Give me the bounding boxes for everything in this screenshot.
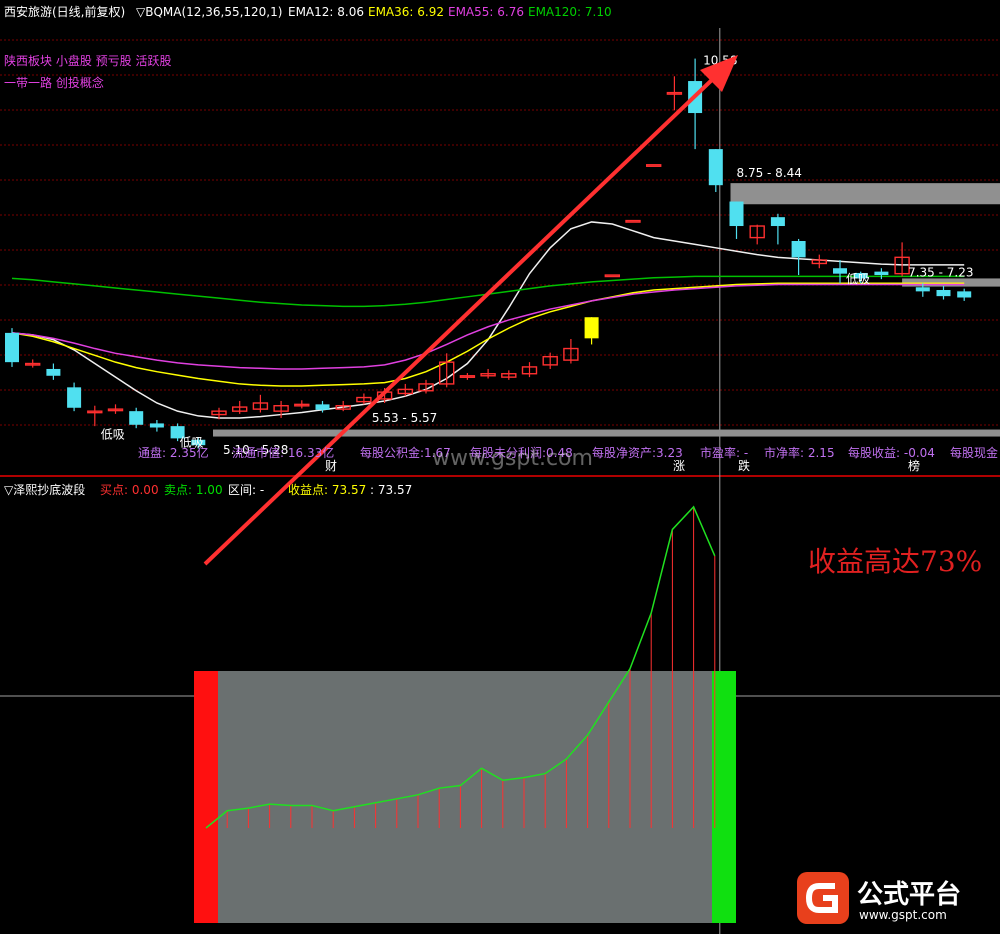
candle-body: [770, 217, 785, 227]
stat-pb: 市净率: 2.15: [764, 446, 835, 460]
candle-body: [604, 274, 620, 278]
label-support-a: 5.53 - 5.57: [372, 411, 437, 425]
tag-low-1: 低吸: [101, 427, 125, 441]
sub-profit: 收益点: 73.57: [288, 483, 367, 497]
candle-body: [791, 241, 806, 258]
profit-callout: 收益高达73%: [808, 545, 983, 578]
logo-name: 公式平台: [857, 880, 962, 910]
ema55-line: [11, 283, 965, 370]
label-right-zone: 7.35 - 7.23: [908, 265, 973, 279]
candle-body: [957, 291, 972, 298]
ema36-label: EMA36: 6.92: [368, 5, 444, 19]
sub-buy: 买点: 0.00: [100, 483, 159, 497]
candle-body: [915, 287, 930, 292]
candle-body: [729, 201, 744, 227]
candle-body: [936, 290, 951, 297]
stat-float-cap: 流通市值: 16.33亿: [232, 446, 335, 460]
sub-profit-value: : 73.57: [370, 483, 413, 497]
chart-title: 西安旅游(日线,前复权): [4, 5, 126, 19]
candle-body: [625, 219, 641, 223]
indicator-name: ▽BQMA(12,36,55,120,1): [136, 5, 283, 19]
label-resistance: 8.75 - 8.44: [737, 166, 802, 180]
candle-body: [5, 332, 19, 363]
concept-tags-1: 陕西板块 小盘股 预亏股 活跃股: [4, 54, 172, 68]
concept-tags-2: 一带一路 创投概念: [4, 76, 104, 90]
candle-body: [646, 164, 662, 167]
candle-body: [67, 387, 82, 408]
candle-body: [874, 271, 889, 276]
gspt-logo: 公式平台 www.gspt.com: [795, 870, 995, 928]
candle-body: [584, 317, 599, 339]
sell-signal-bar: [712, 671, 736, 923]
zone-resistance: [730, 183, 1000, 205]
sub-indicator: [194, 505, 736, 923]
zone-hold: [194, 671, 736, 923]
sub-interval: 区间: -: [228, 483, 265, 497]
candle-body: [129, 411, 144, 425]
candle-body: [149, 423, 164, 428]
sub-title: ▽泽熙抄底波段: [4, 483, 86, 497]
candle-body: [708, 149, 723, 186]
stat-float-shares: 通盘: 2.35亿: [138, 446, 209, 460]
stat-eps: 每股收益: -0.04: [848, 446, 935, 460]
watermark: www.gspt.com: [432, 446, 593, 471]
ema55-label: EMA55: 6.76: [448, 5, 524, 19]
tag-cai: 财: [325, 459, 337, 473]
trend-arrow: [203, 55, 738, 566]
candle-body: [833, 268, 847, 274]
candle-body: [315, 404, 330, 410]
zone-support: [213, 429, 1000, 437]
buy-signal-bar: [194, 671, 218, 923]
candle-body: [46, 368, 61, 376]
ema120-label: EMA120: 7.10: [528, 5, 612, 19]
stat-cash: 每股现金: [950, 446, 999, 460]
tag-low-3: 低吸: [846, 272, 870, 286]
sub-sell: 卖点: 1.00: [164, 483, 223, 497]
stat-net-asset: 每股净资产:3.23: [592, 446, 683, 460]
stat-pe: 市盈率: -: [700, 446, 749, 460]
price-zones: [213, 183, 1000, 437]
ema12-label: EMA12: 8.06: [288, 5, 364, 19]
logo-url: www.gspt.com: [859, 908, 947, 922]
